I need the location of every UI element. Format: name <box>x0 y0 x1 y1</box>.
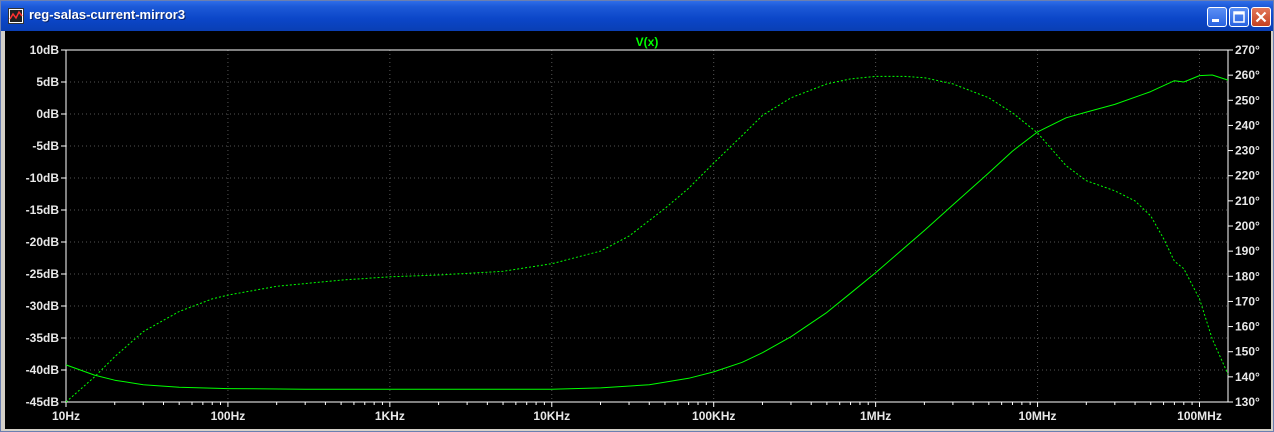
bode-chart[interactable]: 10dB 5dB 0dB -5dB -10dB -15dB -20dB -25dB -30dB -… <box>5 31 1271 429</box>
y-left-tick-label: -15dB <box>26 203 60 217</box>
maximize-button[interactable] <box>1229 7 1249 27</box>
legend-label: V(x) <box>636 35 659 49</box>
y-left-tick-label: -20dB <box>26 235 60 249</box>
magnitude-trace <box>65 74 1229 390</box>
x-tick-label: 100MHz <box>1177 409 1222 423</box>
y-right-tick-label: 180° <box>1235 269 1260 283</box>
y-left-tick-label: 0dB <box>36 107 59 121</box>
waveform-icon <box>8 8 24 24</box>
y-right-tick-label: 270° <box>1235 43 1260 57</box>
plot-window: reg-salas-current-mirror3 10dB 5dB 0dB -5dB… <box>0 0 1274 432</box>
y-right-tick-label: 150° <box>1235 345 1260 359</box>
minimize-icon <box>1212 19 1219 22</box>
close-button[interactable] <box>1251 7 1271 27</box>
minimize-button[interactable] <box>1207 7 1227 27</box>
y-left-tick-label: -25dB <box>26 267 60 281</box>
x-tick-label: 10Hz <box>52 409 80 423</box>
y-right-tick-label: 160° <box>1235 320 1260 334</box>
y-left-tick-label: -35dB <box>26 331 60 345</box>
y-left-tick-label: 5dB <box>36 75 59 89</box>
y-left-tick-label: -30dB <box>26 299 60 313</box>
y-right-tick-label: 230° <box>1235 144 1260 158</box>
maximize-icon <box>1233 11 1245 23</box>
x-tick-label: 10MHz <box>1019 409 1057 423</box>
plot-frame <box>65 49 1229 403</box>
y-right-tick-label: 130° <box>1235 395 1260 409</box>
y-left-tick-label: 10dB <box>30 43 60 57</box>
y-left-tick-label: -40dB <box>26 363 60 377</box>
y-right-tick-label: 220° <box>1235 169 1260 183</box>
x-tick-label: 100KHz <box>692 409 735 423</box>
y-right-tick-label: 240° <box>1235 118 1260 132</box>
y-left-tick-label: -10dB <box>26 171 60 185</box>
plot-area[interactable]: 10dB 5dB 0dB -5dB -10dB -15dB -20dB -25dB -30dB -… <box>5 31 1271 429</box>
y-right-tick-label: 140° <box>1235 370 1260 384</box>
y-right-tick-label: 190° <box>1235 244 1260 258</box>
y-right-tick-label: 200° <box>1235 219 1260 233</box>
y-left-tick-label: -5dB <box>32 139 59 153</box>
x-tick-label: 10KHz <box>533 409 570 423</box>
x-tick-label: 1KHz <box>375 409 405 423</box>
title-bar[interactable]: reg-salas-current-mirror3 <box>1 1 1273 31</box>
y-right-tick-label: 260° <box>1235 68 1260 82</box>
x-tick-label: 1MHz <box>860 409 891 423</box>
y-right-tick-label: 210° <box>1235 194 1260 208</box>
phase-trace <box>65 75 1229 403</box>
y-right-tick-label: 170° <box>1235 294 1260 308</box>
y-left-tick-label: -45dB <box>26 395 60 409</box>
close-icon <box>1255 11 1267 23</box>
y-right-tick-label: 250° <box>1235 93 1260 107</box>
window-title: reg-salas-current-mirror3 <box>29 7 186 22</box>
x-tick-label: 100Hz <box>211 409 246 423</box>
